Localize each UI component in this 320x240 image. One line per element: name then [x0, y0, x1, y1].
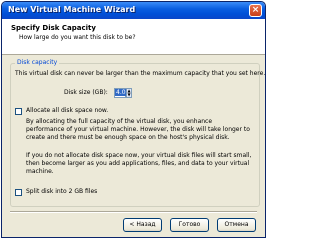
cancel-button[interactable]: Отмена	[217, 218, 256, 232]
disk-capacity-group: Disk capacity This virtual disk can neve…	[10, 59, 265, 207]
wizard-window: New Virtual Machine Wizard × Specify Dis…	[1, 1, 266, 238]
disk-size-input[interactable]: 4.0	[114, 88, 127, 98]
wizard-header: Specify Disk Capacity How large do you w…	[2, 19, 265, 55]
capacity-description: This virtual disk can never be larger th…	[15, 70, 266, 77]
allocate-label[interactable]: Allocate all disk space now.	[26, 107, 108, 115]
split-checkbox[interactable]	[15, 189, 22, 196]
page-title: Specify Disk Capacity	[11, 24, 96, 32]
spin-down-icon[interactable]: ▼	[127, 93, 131, 97]
split-label[interactable]: Split disk into 2 GB files	[26, 188, 97, 196]
footer-separator	[10, 211, 257, 213]
finish-button[interactable]: Готово	[170, 218, 209, 232]
allocate-note: If you do not allocate disk space now, y…	[26, 152, 252, 175]
disk-size-label: Disk size (GB):	[64, 89, 108, 96]
disk-size-value: 4.0	[115, 89, 127, 96]
title-bar[interactable]: New Virtual Machine Wizard ×	[2, 2, 265, 19]
back-button[interactable]: < Назад	[123, 218, 162, 232]
disk-capacity-legend: Disk capacity	[15, 59, 60, 66]
allocate-description: By allocating the full capacity of the v…	[26, 118, 250, 141]
close-icon[interactable]: ×	[249, 4, 262, 17]
allocate-checkbox[interactable]	[15, 108, 22, 115]
window-title: New Virtual Machine Wizard	[8, 5, 136, 14]
page-subtitle: How large do you want this disk to be?	[19, 34, 136, 41]
disk-size-spinner[interactable]: ▲ ▼	[126, 88, 132, 98]
